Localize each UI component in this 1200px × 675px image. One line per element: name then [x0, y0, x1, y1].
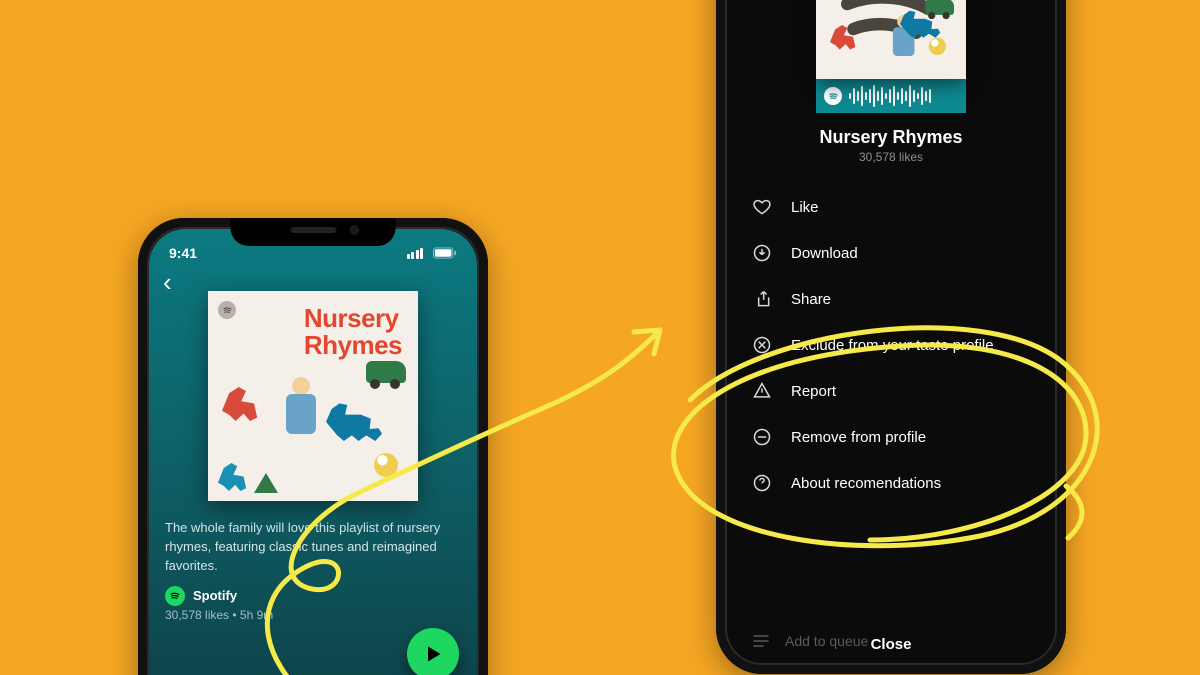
phone-context-menu: NurseryRhymes Nursery Rhymes 30,578 like… — [716, 0, 1066, 674]
cover-art-shape — [925, 0, 954, 15]
playlist-cover-small: NurseryRhymes — [816, 0, 966, 79]
battery-icon — [433, 247, 457, 259]
cellular-icon — [407, 248, 424, 259]
spotify-badge-icon — [218, 301, 236, 319]
menu-item-label: Remove from profile — [791, 429, 926, 446]
menu-item-like[interactable]: Like — [735, 184, 1047, 230]
annotation-arrowhead — [634, 330, 660, 354]
menu-item-about-recs[interactable]: About recomendations — [735, 460, 1047, 506]
playlist-meta: 30,578 likes • 5h 9m — [149, 606, 477, 622]
play-button[interactable] — [407, 628, 459, 675]
menu-item-label: Share — [791, 291, 831, 308]
cover-art-shape — [254, 473, 278, 493]
exclude-icon — [751, 335, 773, 355]
cover-art-shape — [929, 38, 946, 55]
menu-item-label: Like — [791, 199, 819, 216]
cover-art-shape — [222, 387, 262, 421]
spotify-code[interactable] — [816, 79, 966, 113]
status-indicators — [407, 247, 458, 259]
menu-item-report[interactable]: Report — [735, 368, 1047, 414]
spotify-code-bars — [849, 85, 958, 107]
status-time: 9:41 — [169, 245, 197, 261]
spotify-badge-icon — [816, 66, 966, 79]
menu-item-remove-profile[interactable]: Remove from profile — [735, 414, 1047, 460]
menu-item-exclude-taste[interactable]: Exclude from your taste profile — [735, 322, 1047, 368]
share-icon — [751, 289, 773, 309]
menu-item-label: Exclude from your taste profile — [791, 337, 994, 354]
cover-art-shape — [218, 463, 250, 491]
context-subtitle: 30,578 likes — [859, 150, 923, 164]
download-icon — [751, 243, 773, 263]
remove-icon — [751, 427, 773, 447]
close-button[interactable]: Close — [727, 636, 1055, 653]
context-title: Nursery Rhymes — [819, 127, 962, 148]
context-menu-screen: NurseryRhymes Nursery Rhymes 30,578 like… — [727, 0, 1055, 663]
menu-item-download[interactable]: Download — [735, 230, 1047, 276]
playlist-screen: 9:41 ‹ NurseryRhymes — [149, 229, 477, 675]
cover-art-shape — [282, 377, 322, 447]
spotify-logo-icon — [824, 87, 842, 105]
question-icon — [751, 473, 773, 493]
cover-title: NurseryRhymes — [304, 305, 402, 360]
playlist-cover[interactable]: NurseryRhymes — [208, 291, 418, 501]
annotation-circle-tail — [1066, 486, 1082, 538]
cover-art-shape — [366, 361, 406, 383]
phone-playlist: 9:41 ‹ NurseryRhymes — [138, 218, 488, 675]
menu-item-label: Download — [791, 245, 858, 262]
spotify-logo-icon — [165, 586, 185, 606]
context-menu-list: Like Download Share Exclude from your ta… — [727, 184, 1055, 506]
menu-item-share[interactable]: Share — [735, 276, 1047, 322]
cover-art-shape — [326, 401, 382, 441]
device-notch — [231, 218, 396, 246]
menu-item-label: Report — [791, 383, 836, 400]
report-icon — [751, 381, 773, 401]
cover-art-shape — [374, 453, 398, 477]
playlist-description: The whole family will love this playlist… — [149, 501, 477, 576]
heart-icon — [751, 197, 773, 217]
playlist-owner[interactable]: Spotify — [193, 588, 237, 603]
menu-item-label: About recomendations — [791, 475, 941, 492]
